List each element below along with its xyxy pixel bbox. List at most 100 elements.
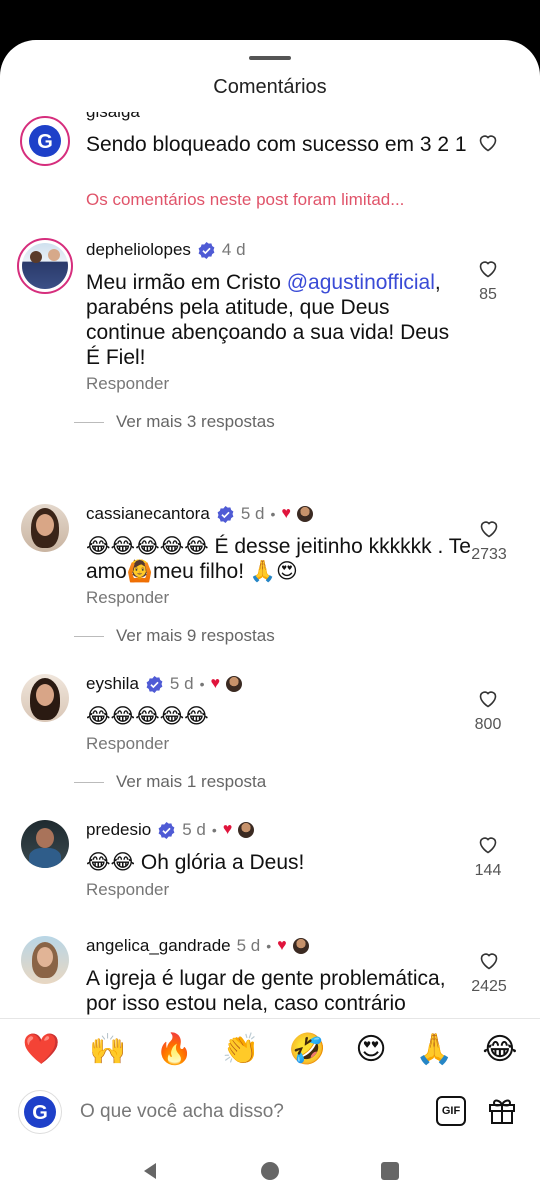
comment-time: 5 d [182, 820, 206, 839]
verified-badge-icon [198, 241, 215, 259]
avatar[interactable]: G [20, 116, 70, 166]
status-bar [0, 0, 540, 40]
limited-comments-notice[interactable]: Os comentários neste post foram limitad.… [86, 190, 404, 210]
divider [74, 421, 104, 423]
view-more-replies[interactable]: Ver mais 9 respostas [74, 626, 275, 646]
emoji-pray-button[interactable]: 🙏 [416, 1034, 453, 1065]
avatar[interactable] [21, 936, 69, 984]
heart-outline-icon [479, 135, 497, 152]
gif-button[interactable]: GIF [436, 1096, 466, 1126]
home-icon[interactable] [259, 1160, 281, 1182]
like-button[interactable]: 144 [458, 832, 518, 880]
creator-avatar-icon [292, 938, 309, 954]
comment-time: 5 d [240, 504, 265, 523]
mention-link[interactable]: @agustinofficial [287, 271, 435, 294]
drag-handle[interactable] [249, 56, 291, 60]
creator-liked-heart-icon: ♥ [210, 675, 220, 692]
emoji-heart-eyes-button[interactable]: 😍 [355, 1034, 386, 1065]
comment-time: 4 d [221, 240, 246, 259]
g-logo-icon: G [24, 1096, 56, 1128]
comment-username[interactable]: eyshila [86, 674, 139, 694]
verified-badge-icon [158, 821, 175, 839]
like-count: 800 [474, 716, 502, 733]
svg-text:G: G [37, 131, 53, 153]
comment-username[interactable]: cassianecantora [86, 504, 210, 524]
comment-username-row: eyshila 5 d • ♥ [86, 674, 242, 694]
g-logo-icon: G [29, 125, 61, 157]
comment-text: Meu irmão em Cristo @agustinofficial, pa… [86, 270, 466, 370]
svg-text:G: G [32, 1102, 48, 1124]
view-more-replies[interactable]: Ver mais 1 resposta [74, 772, 266, 792]
heart-outline-icon [479, 837, 497, 854]
system-nav-bar [0, 1142, 540, 1200]
separator-dot: • [270, 506, 276, 522]
reply-button[interactable]: Responder [86, 734, 169, 754]
comment-username[interactable]: angelica_gandrade [86, 936, 231, 956]
like-button[interactable]: 800 [458, 686, 518, 734]
comment-list[interactable]: G gisaiga Sendo bloqueado com sucesso em… [0, 112, 540, 1017]
comment-text-part: Meu irmão em Cristo [86, 271, 287, 294]
reply-button[interactable]: Responder [86, 880, 169, 900]
separator-dot: • [199, 676, 205, 692]
divider [74, 781, 104, 783]
emoji-fire-button[interactable]: 🔥 [156, 1034, 193, 1065]
verified-badge-icon [146, 675, 163, 693]
emoji-rofl-button[interactable]: 🤣 [289, 1034, 326, 1065]
gift-icon[interactable] [486, 1094, 518, 1126]
heart-outline-icon [479, 691, 497, 708]
separator-dot: • [266, 938, 272, 954]
comment-username-row: depheliolopes 4 d [86, 240, 246, 260]
comment-username-row: angelica_gandrade 5 d • ♥ [86, 936, 309, 956]
heart-outline-icon [480, 521, 498, 538]
like-button[interactable]: 85 [458, 256, 518, 304]
emoji-clap-button[interactable]: 👏 [222, 1034, 259, 1065]
creator-liked-heart-icon: ♥ [281, 505, 291, 522]
emoji-joy-button[interactable]: 😂 [482, 1034, 517, 1065]
heart-outline-icon [479, 261, 497, 278]
reply-button[interactable]: Responder [86, 588, 169, 608]
like-count: 144 [474, 862, 502, 879]
comment-username[interactable]: predesio [86, 820, 151, 840]
avatar[interactable] [17, 238, 73, 294]
comment-text: 😂😂😂😂😂 É desse jeitinho kkkkkk . Te amo🙆m… [86, 535, 471, 583]
comment-text: 😂😂 Oh glória a Deus! [86, 851, 305, 874]
like-button[interactable] [458, 130, 518, 154]
recents-icon[interactable] [379, 1160, 401, 1182]
comment-input[interactable] [80, 1096, 410, 1128]
view-more-replies-label: Ver mais 9 respostas [116, 626, 275, 645]
user-avatar: G [18, 1090, 62, 1134]
comment-username-row: predesio 5 d • ♥ [86, 820, 255, 840]
comment-username[interactable]: depheliolopes [86, 240, 191, 260]
back-icon[interactable] [139, 1160, 161, 1182]
comment-username-row: cassianecantora 5 d • ♥ [86, 504, 313, 524]
comment-text: A igreja é lugar de gente problemática, … [86, 967, 446, 1015]
comment-composer: G GIF [0, 1084, 540, 1142]
comment-username[interactable]: gisaiga [86, 112, 140, 122]
comments-sheet: Comentários G gisaiga Sendo bloqueado co… [0, 40, 540, 1200]
comment-text: 😂😂😂😂😂 [86, 705, 209, 728]
like-button[interactable]: 2733 [454, 516, 524, 564]
creator-liked-heart-icon: ♥ [222, 821, 233, 838]
view-more-replies[interactable]: Ver mais 3 respostas [74, 412, 275, 432]
comment-time: 5 d [169, 674, 194, 693]
separator-dot: • [211, 822, 217, 838]
view-more-replies-label: Ver mais 1 resposta [116, 772, 267, 791]
reply-button[interactable]: Responder [86, 374, 169, 394]
comment-username-row: gisaiga [86, 112, 140, 122]
like-count: 2733 [471, 546, 507, 563]
emoji-heart-button[interactable]: ❤️ [23, 1034, 60, 1065]
divider [74, 635, 104, 637]
avatar[interactable] [21, 674, 69, 722]
like-count: 85 [479, 286, 497, 303]
verified-badge-icon [217, 505, 234, 523]
avatar[interactable] [21, 504, 69, 552]
creator-avatar-icon [225, 676, 242, 692]
creator-liked-heart-icon: ♥ [277, 937, 287, 954]
like-count: 2425 [471, 978, 507, 995]
comment-time: 5 d [236, 936, 261, 955]
emoji-raised-hands-button[interactable]: 🙌 [89, 1034, 126, 1065]
view-more-replies-label: Ver mais 3 respostas [116, 412, 275, 431]
like-button[interactable]: 2425 [454, 948, 524, 996]
creator-avatar-icon [238, 822, 255, 838]
avatar[interactable] [21, 820, 69, 868]
